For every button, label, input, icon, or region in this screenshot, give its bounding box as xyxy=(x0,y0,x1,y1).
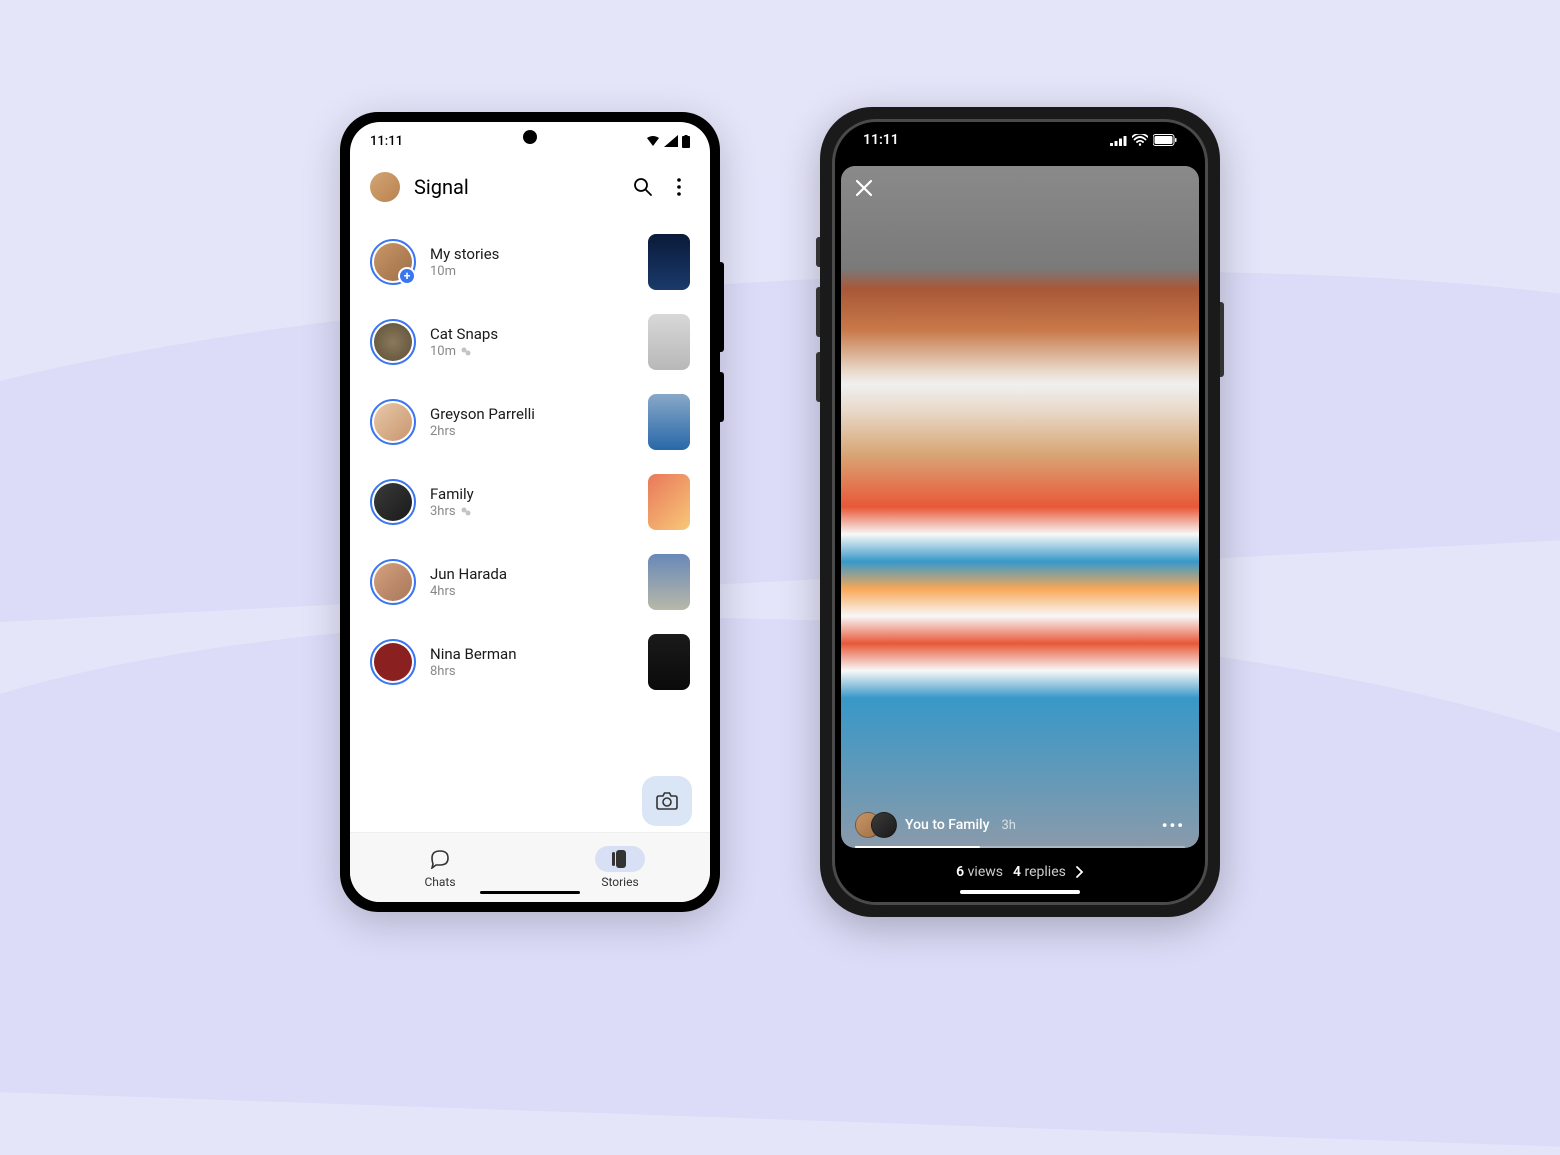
battery-icon xyxy=(682,135,690,148)
side-button xyxy=(1220,302,1224,377)
volume-up-button xyxy=(816,287,820,337)
android-device-frame: 11:11 Signal xyxy=(340,112,720,912)
recipient-avatar[interactable] xyxy=(871,812,897,838)
views-count: 6 xyxy=(956,864,964,880)
chevron-right-icon xyxy=(1076,866,1084,878)
nav-label: Chats xyxy=(424,875,455,889)
story-progress xyxy=(855,846,1185,848)
home-indicator[interactable] xyxy=(960,890,1080,894)
story-name: My stories xyxy=(430,245,626,263)
story-age: 3h xyxy=(1001,818,1015,833)
app-title: Signal xyxy=(414,175,618,199)
status-time: 11:11 xyxy=(370,134,403,149)
camera-fab[interactable] xyxy=(642,776,692,826)
more-vertical-icon xyxy=(677,178,681,196)
story-name: Jun Harada xyxy=(430,565,634,583)
volume-button xyxy=(720,262,724,352)
story-time: 4hrs xyxy=(430,584,634,599)
story-image[interactable]: You to Family 3h ••• xyxy=(841,166,1199,848)
story-avatar xyxy=(370,639,416,685)
story-viewer[interactable]: You to Family 3h ••• 6 views 4 replies xyxy=(835,122,1205,902)
story-thumbnail[interactable] xyxy=(648,554,690,610)
story-time: 10m xyxy=(430,264,626,279)
story-avatar: + xyxy=(370,239,416,285)
story-name: Cat Snaps xyxy=(430,325,634,343)
story-thumbnail[interactable] xyxy=(648,634,690,690)
search-button[interactable] xyxy=(632,176,654,198)
story-avatar xyxy=(370,559,416,605)
story-time: 8hrs xyxy=(430,664,634,679)
story-avatar xyxy=(370,319,416,365)
cellular-icon xyxy=(1110,135,1127,146)
power-button xyxy=(720,372,724,422)
story-stats[interactable]: 6 views 4 replies xyxy=(835,848,1205,890)
story-row-family[interactable]: Family 3hrs xyxy=(350,462,710,542)
story-time: 3hrs xyxy=(430,504,634,519)
story-avatar xyxy=(370,479,416,525)
stories-list[interactable]: + My stories 10m Cat Snaps 10m xyxy=(350,214,710,832)
story-avatar xyxy=(370,399,416,445)
search-icon xyxy=(633,177,653,197)
replies-count: 4 xyxy=(1013,864,1021,880)
iphone-device-frame: 11:11 xyxy=(820,107,1220,917)
story-thumbnail[interactable] xyxy=(648,474,690,530)
wifi-icon xyxy=(646,135,660,147)
chat-icon xyxy=(430,849,450,869)
group-icon xyxy=(460,346,472,358)
story-row-jun[interactable]: Jun Harada 4hrs xyxy=(350,542,710,622)
home-indicator[interactable] xyxy=(480,891,580,894)
story-thumbnail[interactable] xyxy=(648,394,690,450)
add-story-badge[interactable]: + xyxy=(398,267,416,285)
camera-icon xyxy=(656,791,678,811)
close-button[interactable] xyxy=(855,178,873,203)
nav-label: Stories xyxy=(601,875,638,889)
story-row-nina[interactable]: Nina Berman 8hrs xyxy=(350,622,710,702)
story-name: Nina Berman xyxy=(430,645,634,663)
group-icon xyxy=(460,506,472,518)
story-footer: You to Family 3h ••• xyxy=(855,812,1185,838)
views-label: views xyxy=(968,864,1003,880)
story-time: 10m xyxy=(430,344,634,359)
stories-icon xyxy=(611,849,629,869)
story-row-greyson[interactable]: Greyson Parrelli 2hrs xyxy=(350,382,710,462)
story-row-cat-snaps[interactable]: Cat Snaps 10m xyxy=(350,302,710,382)
battery-icon xyxy=(1153,134,1177,146)
profile-avatar[interactable] xyxy=(370,172,400,202)
notch xyxy=(940,122,1100,148)
volume-down-button xyxy=(816,352,820,402)
wifi-icon xyxy=(1132,134,1148,146)
story-thumbnail[interactable] xyxy=(648,234,690,290)
signal-icon xyxy=(664,135,678,147)
app-header: Signal xyxy=(350,160,710,214)
story-name: Family xyxy=(430,485,634,503)
story-time: 2hrs xyxy=(430,424,634,439)
story-thumbnail[interactable] xyxy=(648,314,690,370)
front-camera xyxy=(523,130,537,144)
more-button[interactable] xyxy=(668,176,690,198)
story-more-button[interactable]: ••• xyxy=(1162,816,1185,835)
close-icon xyxy=(855,179,873,197)
story-name: Greyson Parrelli xyxy=(430,405,634,423)
story-author: You to Family xyxy=(905,817,989,833)
story-row-my-stories[interactable]: + My stories 10m xyxy=(350,222,710,302)
replies-label: replies xyxy=(1024,864,1065,880)
mute-switch xyxy=(816,237,820,267)
status-time: 11:11 xyxy=(863,132,899,148)
